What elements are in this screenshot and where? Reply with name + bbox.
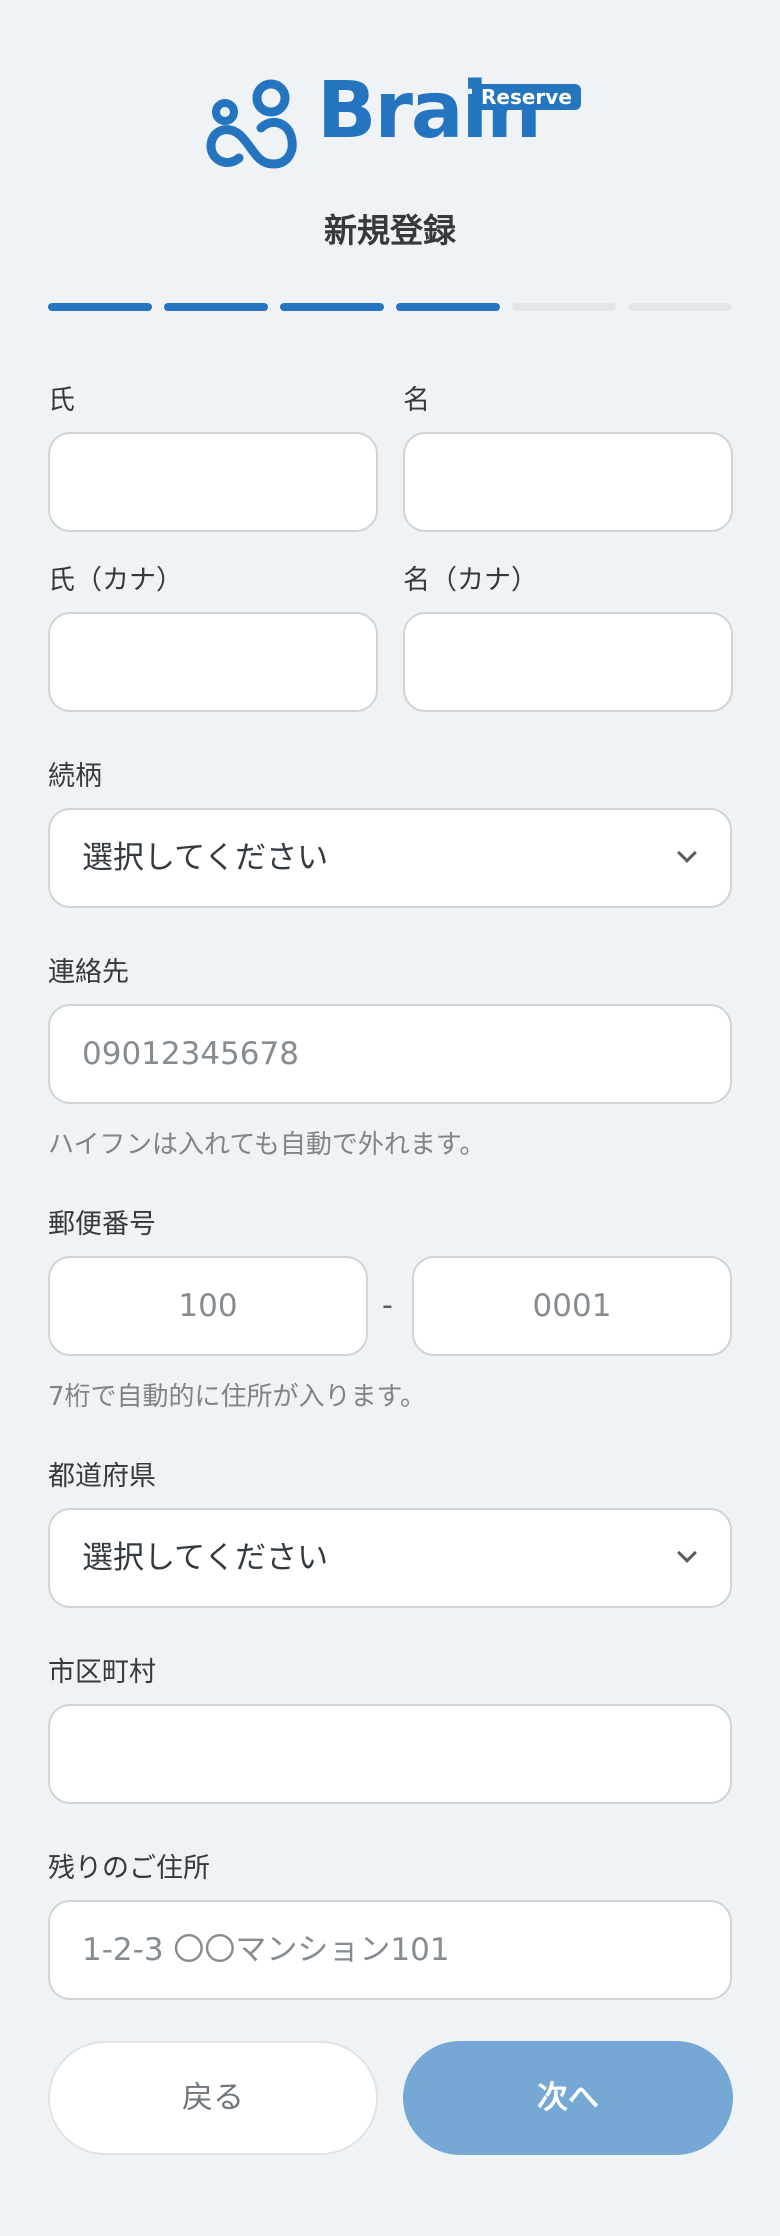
first-name-field[interactable] — [403, 432, 733, 532]
address-rest-field[interactable]: 1-2-3 〇〇マンション101 — [48, 1900, 732, 2000]
back-button[interactable]: 戻る — [48, 2041, 378, 2155]
postal-code-part2-placeholder: 0001 — [532, 1288, 612, 1324]
last-name-field[interactable] — [48, 432, 378, 532]
progress-step — [280, 303, 384, 311]
contact-placeholder: 09012345678 — [82, 1036, 299, 1072]
progress-step — [396, 303, 500, 311]
prefecture-select[interactable]: 選択してください — [48, 1508, 732, 1608]
chevron-down-icon — [677, 843, 697, 863]
address-rest-placeholder: 1-2-3 〇〇マンション101 — [82, 1932, 450, 1968]
postal-code-part2-field[interactable]: 0001 — [412, 1256, 732, 1356]
first-name-kana-label: 名（カナ） — [403, 565, 538, 596]
progress-step — [48, 303, 152, 311]
prefecture-label: 都道府県 — [48, 1461, 156, 1492]
last-name-kana-field[interactable] — [48, 612, 378, 712]
last-name-label: 氏 — [48, 385, 75, 416]
postal-code-hint: 7桁で自動的に住所が入ります。 — [48, 1382, 426, 1412]
brain-reserve-logo: Brain Reserve — [205, 72, 581, 174]
postal-code-label: 郵便番号 — [48, 1209, 156, 1240]
address-rest-label: 残りのご住所 — [48, 1853, 210, 1884]
progress-step — [164, 303, 268, 311]
contact-label: 連絡先 — [48, 957, 129, 988]
first-name-kana-field[interactable] — [403, 612, 733, 712]
postal-code-separator: - — [382, 1288, 393, 1323]
first-name-label: 名 — [403, 385, 430, 416]
next-button[interactable]: 次へ — [403, 2041, 733, 2155]
city-label: 市区町村 — [48, 1657, 156, 1688]
postal-code-part1-placeholder: 100 — [178, 1288, 238, 1324]
relationship-select[interactable]: 選択してください — [48, 808, 732, 908]
brain-logo-icon — [206, 79, 297, 169]
contact-field[interactable]: 09012345678 — [48, 1004, 732, 1104]
page-title: 新規登録 — [324, 211, 456, 250]
progress-step — [512, 303, 616, 311]
last-name-kana-label: 氏（カナ） — [48, 565, 183, 596]
city-field[interactable] — [48, 1704, 732, 1804]
relationship-label: 続柄 — [48, 761, 102, 792]
relationship-selected: 選択してください — [82, 840, 329, 876]
progress-steps — [48, 303, 732, 312]
prefecture-selected: 選択してください — [82, 1540, 329, 1576]
postal-code-part1-field[interactable]: 100 — [48, 1256, 368, 1356]
contact-hint: ハイフンは入れても自動で外れます。 — [48, 1130, 486, 1160]
chevron-down-icon — [677, 1543, 697, 1563]
reserve-badge: Reserve — [472, 84, 581, 110]
progress-step — [628, 303, 732, 311]
